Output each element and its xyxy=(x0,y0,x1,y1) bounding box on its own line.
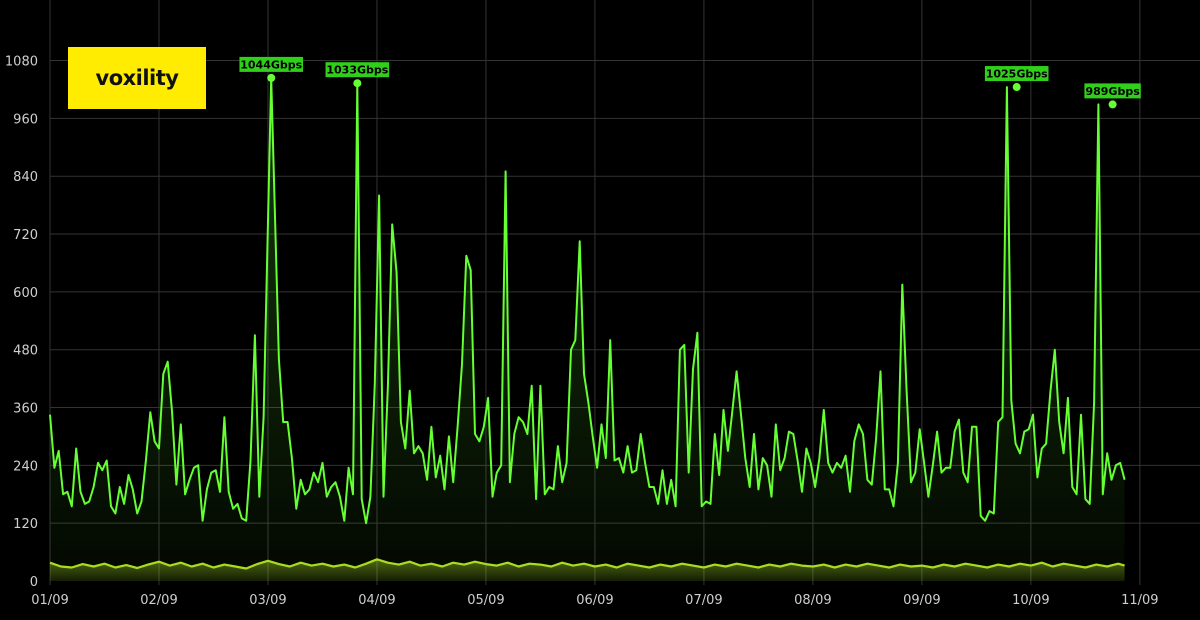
peak-annotations: 1044Gbps 1033Gbps 1025Gbps 989Gbps xyxy=(239,56,1141,109)
y-tick-label: 480 xyxy=(13,344,38,359)
x-tick-label: 08/09 xyxy=(794,593,831,608)
peak-marker xyxy=(1012,83,1021,92)
y-tick-label: 0 xyxy=(30,575,38,590)
x-tick-label: 01/09 xyxy=(31,593,68,608)
logo-text: voxility xyxy=(95,66,179,90)
x-tick-label: 05/09 xyxy=(467,593,504,608)
peak-label: 1044Gbps xyxy=(240,58,302,71)
peak-label: 1033Gbps xyxy=(326,64,388,77)
x-tick-label: 11/09 xyxy=(1121,593,1158,608)
peak-label: 989Gbps xyxy=(1085,85,1140,98)
y-tick-label: 240 xyxy=(13,459,38,474)
peak-marker xyxy=(1108,100,1117,109)
peak-label: 1025Gbps xyxy=(986,68,1048,81)
peak-marker xyxy=(267,73,276,82)
x-tick-label: 04/09 xyxy=(358,593,395,608)
peak-marker xyxy=(353,79,362,88)
series-1-area xyxy=(50,77,1125,582)
y-tick-label: 600 xyxy=(13,286,38,301)
x-tick-label: 10/09 xyxy=(1012,593,1049,608)
y-tick-label: 120 xyxy=(13,517,38,532)
x-tick-label: 02/09 xyxy=(140,593,177,608)
y-tick-label: 720 xyxy=(13,228,38,243)
y-tick-label: 1080 xyxy=(5,55,38,70)
voxility-logo: voxility xyxy=(68,47,206,109)
y-tick-label: 840 xyxy=(13,170,38,185)
x-tick-label: 06/09 xyxy=(576,593,613,608)
x-tick-label: 07/09 xyxy=(685,593,722,608)
x-tick-label: 09/09 xyxy=(903,593,940,608)
y-tick-label: 360 xyxy=(13,402,38,417)
x-tick-label: 03/09 xyxy=(249,593,286,608)
series-layer xyxy=(49,76,1126,582)
y-tick-label: 960 xyxy=(13,112,38,127)
